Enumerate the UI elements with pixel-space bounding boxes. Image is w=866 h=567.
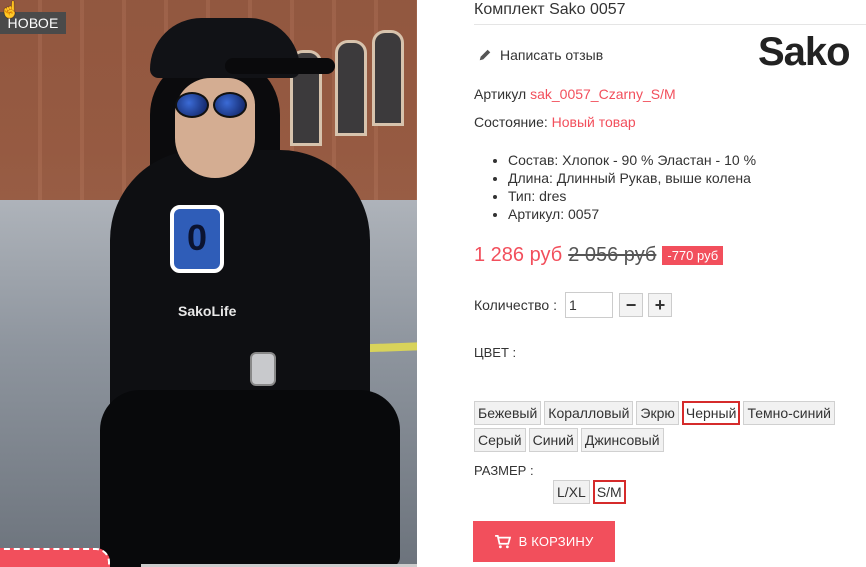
size-option-sm[interactable]: S/M: [592, 480, 626, 504]
quantity-increase-button[interactable]: +: [647, 293, 672, 317]
condition-label: Состояние:: [474, 114, 548, 130]
color-option-coral[interactable]: Коралловый: [544, 401, 634, 425]
quantity-decrease-button[interactable]: −: [618, 293, 643, 317]
shirt-number-patch: 0: [170, 205, 224, 273]
add-to-cart-button[interactable]: В КОРЗИНУ: [473, 521, 615, 562]
title-divider: [474, 24, 866, 25]
add-to-cart-label: В КОРЗИНУ: [518, 534, 594, 549]
sale-sticker[interactable]: [0, 548, 110, 567]
product-image[interactable]: 0 SakoLife: [0, 0, 417, 567]
quantity-label: Количество :: [474, 297, 557, 313]
condition-value: Новый товар: [551, 114, 636, 130]
feature-item: Тип: dres: [508, 187, 756, 205]
write-review-link[interactable]: Написать отзыв: [478, 47, 603, 63]
quantity-row: Количество : − +: [474, 292, 672, 318]
sku-label: Артикул: [474, 86, 527, 102]
quantity-input[interactable]: [564, 292, 613, 318]
pencil-icon: [479, 49, 491, 61]
color-label: ЦВЕТ :: [474, 345, 517, 360]
color-option-grey[interactable]: Серый: [474, 428, 526, 452]
color-option-beige[interactable]: Бежевый: [474, 401, 542, 425]
window-shape: [372, 30, 404, 126]
color-options: Бежевый Коралловый Экрю Черный Темно-син…: [474, 401, 866, 452]
feature-item: Артикул: 0057: [508, 205, 756, 223]
condition-row: Состояние: Новый товар: [474, 114, 636, 130]
price-row: 1 286 руб 2 056 руб -770 руб: [474, 244, 724, 267]
cap-brim: [225, 58, 335, 74]
feature-list: Состав: Хлопок - 90 % Эластан - 10 % Дли…: [490, 151, 756, 223]
wristwatch: [250, 352, 276, 386]
feature-item: Длина: Длинный Рукав, выше колена: [508, 169, 756, 187]
color-option-black[interactable]: Черный: [681, 401, 741, 425]
size-option-lxl[interactable]: L/XL: [553, 480, 590, 504]
sku-value[interactable]: sak_0057_Czarny_S/M: [530, 86, 676, 102]
discount-badge: -770 руб: [662, 246, 724, 265]
window-shape: [335, 40, 367, 136]
model-skirt: [100, 390, 400, 567]
shirt-logo-text: SakoLife: [178, 303, 237, 319]
hand-cursor-icon: ☝: [0, 2, 20, 19]
color-option-blue[interactable]: Синий: [528, 428, 578, 452]
cart-icon: [494, 534, 511, 548]
brand-logo[interactable]: Sako: [758, 30, 851, 75]
feature-item: Состав: Хлопок - 90 % Эластан - 10 %: [508, 151, 756, 169]
sku-row: Артикул sak_0057_Czarny_S/M: [474, 86, 676, 102]
color-option-ecru[interactable]: Экрю: [636, 401, 679, 425]
write-review-label: Написать отзыв: [500, 47, 604, 63]
current-price: 1 286 руб: [474, 244, 563, 266]
old-price: 2 056 руб: [568, 244, 657, 266]
color-option-navy[interactable]: Темно-синий: [743, 401, 835, 425]
color-option-denim[interactable]: Джинсовый: [580, 428, 664, 452]
size-label: РАЗМЕР :: [474, 463, 534, 478]
product-title: Комплект Sako 0057: [474, 1, 626, 18]
sunglasses: [175, 92, 247, 118]
size-options: L/XL S/M: [553, 480, 673, 504]
